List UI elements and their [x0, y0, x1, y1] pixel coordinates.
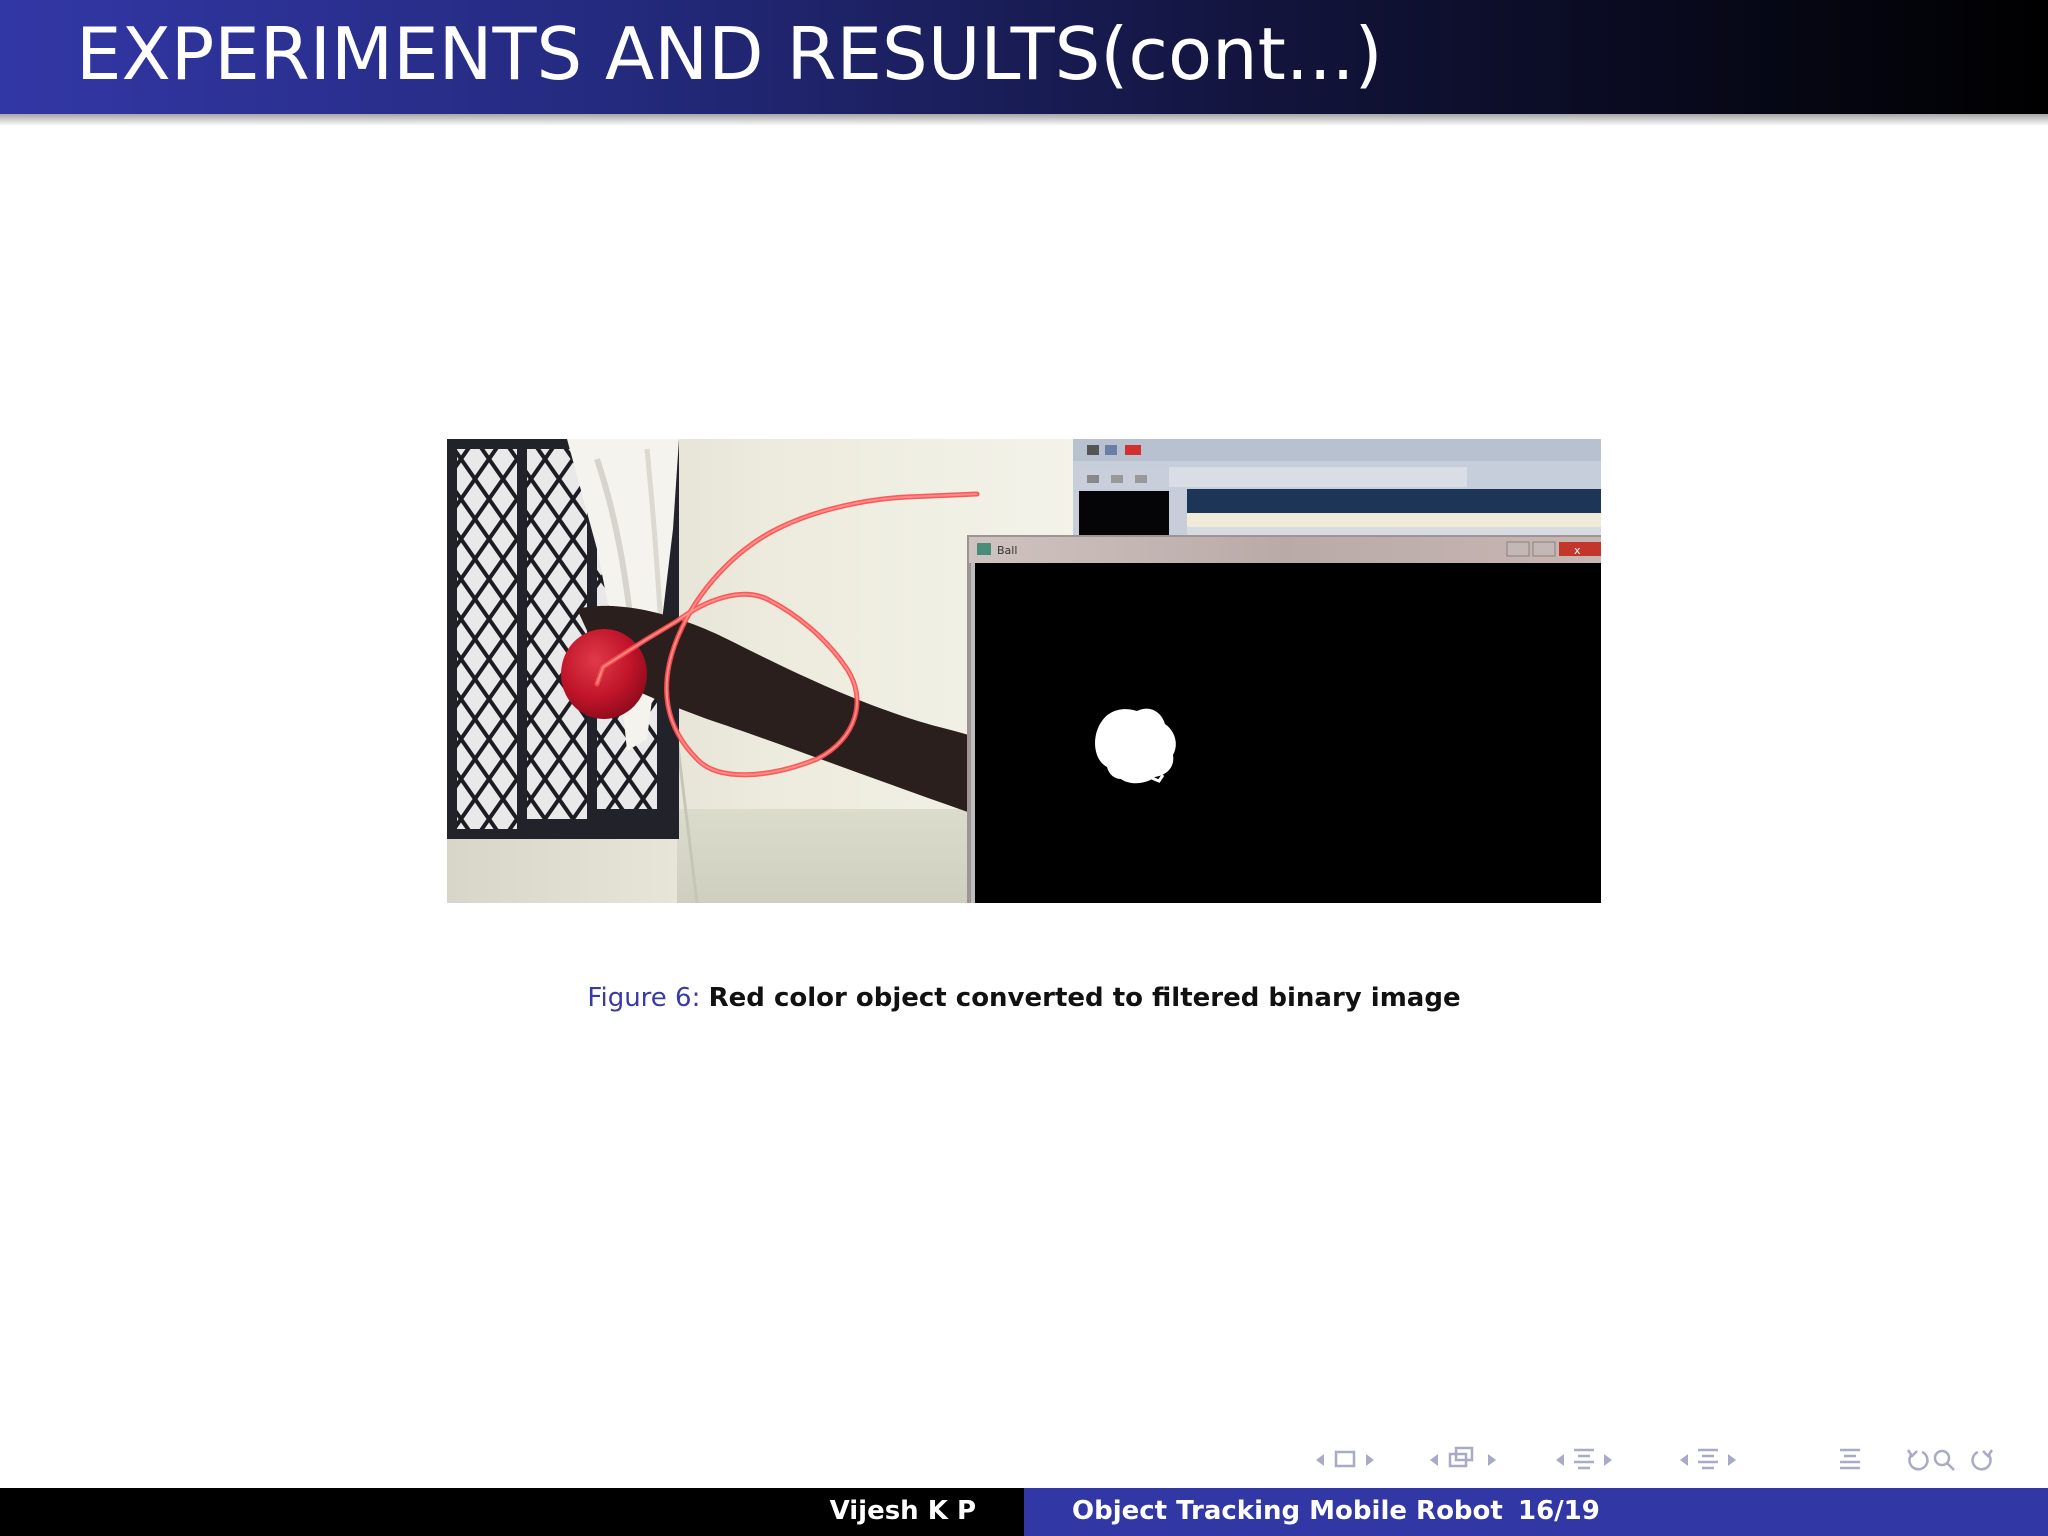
- nav-frame-prev[interactable]: [1316, 1454, 1324, 1466]
- nav-part-prev[interactable]: [1680, 1454, 1688, 1466]
- frame-icon: [1334, 1450, 1356, 1468]
- undo-icon[interactable]: [1906, 1449, 1929, 1471]
- align-icon[interactable]: [1840, 1448, 1860, 1470]
- section-icon: [1698, 1448, 1718, 1470]
- svg-text:Ball: Ball: [997, 544, 1017, 557]
- subsection-icon: [1448, 1446, 1474, 1468]
- footer-left: Vijesh K P: [0, 1488, 1024, 1536]
- beamer-navigation: [1310, 1442, 2040, 1478]
- footer-author: Vijesh K P: [829, 1496, 976, 1526]
- redo-icon[interactable]: [1971, 1449, 1994, 1471]
- footer-page-number: 16/19: [1518, 1496, 1600, 1526]
- figure-caption: Figure 6: Red color object converted to …: [0, 983, 2048, 1013]
- footer-talk-title: Object Tracking Mobile Robot: [1072, 1496, 1503, 1526]
- svg-text:x: x: [1574, 544, 1581, 557]
- nav-subsection-prev[interactable]: [1430, 1454, 1438, 1466]
- nav-part-next[interactable]: [1728, 1454, 1736, 1466]
- nav-section-prev[interactable]: [1556, 1454, 1564, 1466]
- title-bar: EXPERIMENTS AND RESULTS(cont...): [0, 0, 2048, 126]
- section-icon: [1574, 1448, 1594, 1470]
- nav-frame-next[interactable]: [1366, 1454, 1374, 1466]
- footer: Vijesh K P Object Tracking Mobile Robot …: [0, 1488, 2048, 1536]
- nav-subsection-next[interactable]: [1488, 1454, 1496, 1466]
- slide-title: EXPERIMENTS AND RESULTS(cont...): [76, 12, 1383, 96]
- figure-image: Ball x: [447, 439, 1601, 903]
- search-icon[interactable]: [1933, 1449, 1955, 1471]
- figure-label: Figure 6:: [587, 983, 701, 1013]
- figure-caption-text: Red color object converted to filtered b…: [708, 983, 1461, 1013]
- footer-right: Object Tracking Mobile Robot 16/19: [1024, 1488, 2048, 1536]
- nav-section-next[interactable]: [1604, 1454, 1612, 1466]
